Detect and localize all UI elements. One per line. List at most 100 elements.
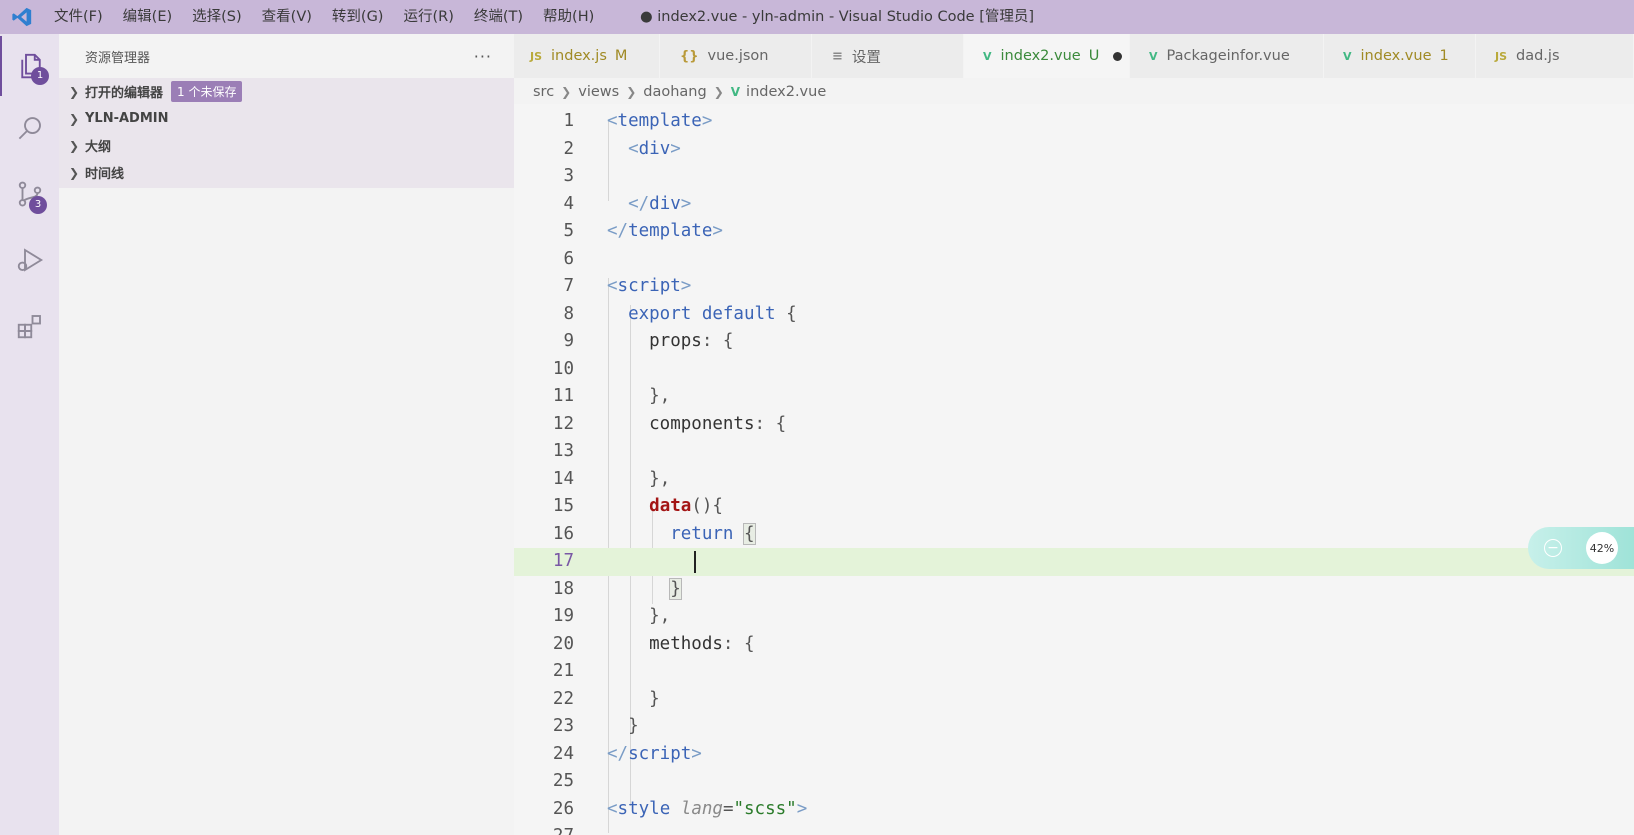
code-line: 14 }, [552,468,671,489]
section-label: 打开的编辑器 [85,86,164,101]
code-line: 15 data(){ [552,496,723,516]
section-label: YLN-ADMIN [85,111,169,126]
chevron-right-icon: ❯ [713,85,724,99]
sidebar-header: 资源管理器 ··· [59,34,514,78]
run-debug-button[interactable] [0,230,59,290]
explorer-sidebar: 资源管理器 ··· ❯ 打开的编辑器 1 个未保存 ❯ YLN-ADMIN ❯ … [59,34,514,835]
section-workspace[interactable]: ❯ YLN-ADMIN [59,105,514,132]
floating-zoom-widget: − 42% [1528,527,1634,569]
tab-index-js[interactable]: JS index.js M [514,34,660,78]
tab-status: M [614,48,628,64]
menu-edit[interactable]: 编辑(E) [113,0,182,34]
code-line: 1 <template> [563,111,713,131]
code-line: 8 export default { [563,303,797,324]
code-line: 4 </div> [563,193,692,214]
tab-label: Packageinfor.vue [1166,48,1290,64]
breadcrumb-item[interactable]: daohang [643,84,706,100]
section-label: 大纲 [85,140,112,155]
code-line: 2 <div> [563,138,681,159]
breadcrumb-item[interactable]: src [533,84,554,100]
code-line: 5 </template> [563,221,723,241]
menu-view[interactable]: 查看(V) [252,0,322,34]
code-line: 12 components: { [552,413,787,434]
chevron-right-icon: ❯ [561,85,572,99]
code-line: 26 <style lang="scss"> [552,798,808,819]
code-line: 20 methods: { [552,633,755,654]
menu-selection[interactable]: 选择(S) [182,0,252,34]
tab-label: index.js [551,48,607,64]
js-file-icon: JS [530,49,543,63]
code-line: 9 props: { [563,331,734,351]
vue-file-icon: V [1149,49,1158,63]
tab-dad-js[interactable]: JS dad.js [1476,34,1634,78]
tab-settings[interactable]: ≡ 设置 [812,34,964,78]
section-open-editors[interactable]: ❯ 打开的编辑器 1 个未保存 [59,78,514,105]
source-control-button[interactable]: 3 [0,164,59,224]
code-line: 19 }, [552,606,671,626]
more-actions-button[interactable]: ··· [474,47,492,66]
menu-file[interactable]: 文件(F) [44,0,113,34]
menu-go[interactable]: 转到(G) [322,0,394,34]
section-timeline[interactable]: ❯ 时间线 [59,159,514,186]
menu-help[interactable]: 帮助(H) [533,0,604,34]
js-file-icon: JS [1495,49,1508,63]
code-line: 27 [514,823,1634,835]
editor-tabs: JS index.js M {} vue.json ≡ 设置 V index2.… [514,34,1634,78]
explorer-badge: 1 [31,67,49,85]
search-button[interactable] [0,98,59,158]
tab-label: index.vue [1360,48,1432,64]
section-outline[interactable]: ❯ 大纲 [59,132,514,159]
tab-index-vue[interactable]: V index.vue 1 [1324,34,1476,78]
chevron-right-icon: ❯ [69,138,80,153]
code-line: 25 [552,771,574,791]
vue-file-icon: V [1343,49,1352,63]
code-line: 3 [563,166,574,186]
tab-packageinfor-vue[interactable]: V Packageinfor.vue [1130,34,1324,78]
menu-bar: 文件(F) 编辑(E) 选择(S) 查看(V) 转到(G) 运行(R) 终端(T… [44,0,604,34]
activity-bar: 1 3 [0,34,59,835]
json-file-icon: {} [680,48,699,64]
chevron-right-icon: ❯ [69,111,80,126]
code-line: 6 [563,248,574,269]
breadcrumb-item[interactable]: views [578,84,619,100]
breadcrumb: src ❯ views ❯ daohang ❯ V index2.vue [533,80,826,104]
code-line: 10 [552,358,574,379]
tab-vue-json[interactable]: {} vue.json [660,34,812,78]
chevron-right-icon: ❯ [69,165,80,180]
menu-run[interactable]: 运行(R) [393,0,463,34]
menu-terminal[interactable]: 终端(T) [464,0,533,34]
unsaved-dot-icon[interactable] [1113,51,1123,61]
explorer-button[interactable]: 1 [0,36,59,96]
code-line: 23 } [552,716,639,736]
code-editor[interactable]: 1 <template> 2 <div> 3 4 </div> 5 </templa… [514,104,1634,835]
tab-label: dad.js [1516,48,1560,64]
zoom-percent[interactable]: 42% [1586,532,1618,564]
code-line: 21 [552,661,574,681]
breadcrumb-item[interactable]: index2.vue [746,84,826,100]
title-bar: 文件(F) 编辑(E) 选择(S) 查看(V) 转到(G) 运行(R) 终端(T… [0,0,1634,34]
extensions-icon [17,315,41,339]
vue-file-icon: V [730,85,741,99]
unsaved-badge: 1 个未保存 [171,81,243,102]
section-label: 时间线 [85,167,125,182]
text-cursor [694,551,696,573]
sidebar-title: 资源管理器 [85,50,151,66]
tab-status: 1 [1439,48,1449,64]
code-line: 22 } [552,688,660,709]
tab-status: U [1088,48,1100,64]
sidebar-sections: ❯ 打开的编辑器 1 个未保存 ❯ YLN-ADMIN ❯ 大纲 ❯ 时间线 [59,78,514,188]
run-debug-icon [17,248,43,272]
vue-file-icon: V [983,49,992,63]
tab-label: 设置 [851,49,881,66]
code-line: 7 <script> [563,276,692,296]
search-icon [18,117,41,140]
extensions-button[interactable] [0,296,59,356]
tab-label: index2.vue [1000,48,1081,64]
scm-badge: 3 [29,196,47,214]
tab-index2-vue[interactable]: V index2.vue U [964,34,1130,78]
code-line: 24 </script> [552,743,702,764]
minus-icon[interactable]: − [1544,539,1562,557]
tab-label: vue.json [707,48,769,64]
code-line: 13 [552,441,574,461]
chevron-right-icon: ❯ [69,84,80,99]
